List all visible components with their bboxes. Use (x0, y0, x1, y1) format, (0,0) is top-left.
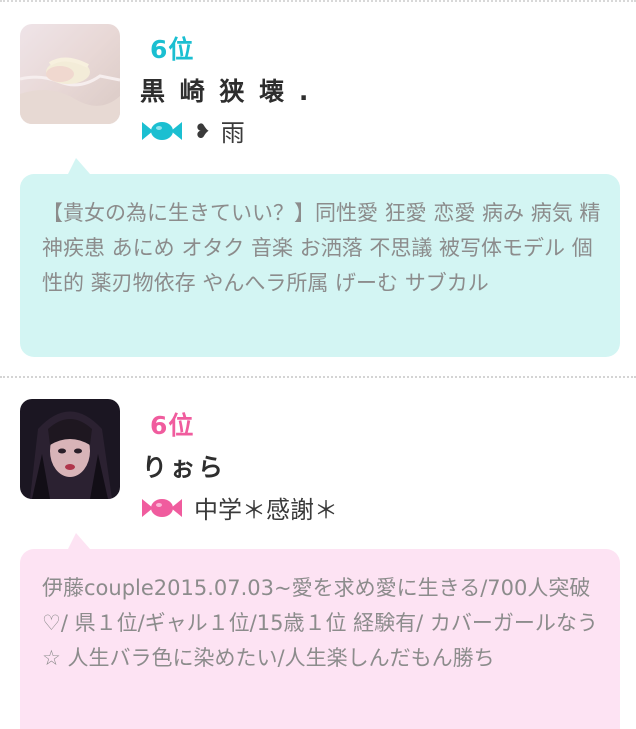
top-divider (0, 0, 636, 2)
rank-label: 6位 (150, 35, 195, 64)
user-status: 雨 (220, 119, 245, 147)
rank-label: 6位 (150, 411, 195, 440)
card-divider (0, 376, 636, 378)
heart-icon: ❥ (194, 118, 211, 143)
avatar[interactable] (20, 399, 120, 499)
user-meta: 中学＊感謝＊ (140, 490, 338, 525)
profile-text: 【貴女の為に生きていい？】同性愛 狂愛 恋愛 病み 病気 精神疾患 あにめ オタ… (42, 201, 601, 295)
user-status: 中学＊感謝＊ (194, 496, 338, 524)
profile-text: 伊藤couple2015.07.03~愛を求め愛に生きる/700人突破♡/ 県１… (42, 576, 598, 670)
bubble-tail (68, 533, 90, 549)
candy-icon (140, 495, 184, 521)
user-name[interactable]: りぉら (142, 448, 226, 484)
bubble-tail (68, 158, 90, 174)
avatar[interactable] (20, 24, 120, 124)
profile-bubble: 【貴女の為に生きていい？】同性愛 狂愛 恋愛 病み 病気 精神疾患 あにめ オタ… (20, 158, 620, 357)
user-meta: ❥ 雨 (140, 113, 245, 148)
user-name[interactable]: 黒 崎 狭 壊 . (140, 72, 311, 108)
profile-bubble: 伊藤couple2015.07.03~愛を求め愛に生きる/700人突破♡/ 県１… (20, 533, 620, 729)
candy-icon (140, 118, 184, 144)
